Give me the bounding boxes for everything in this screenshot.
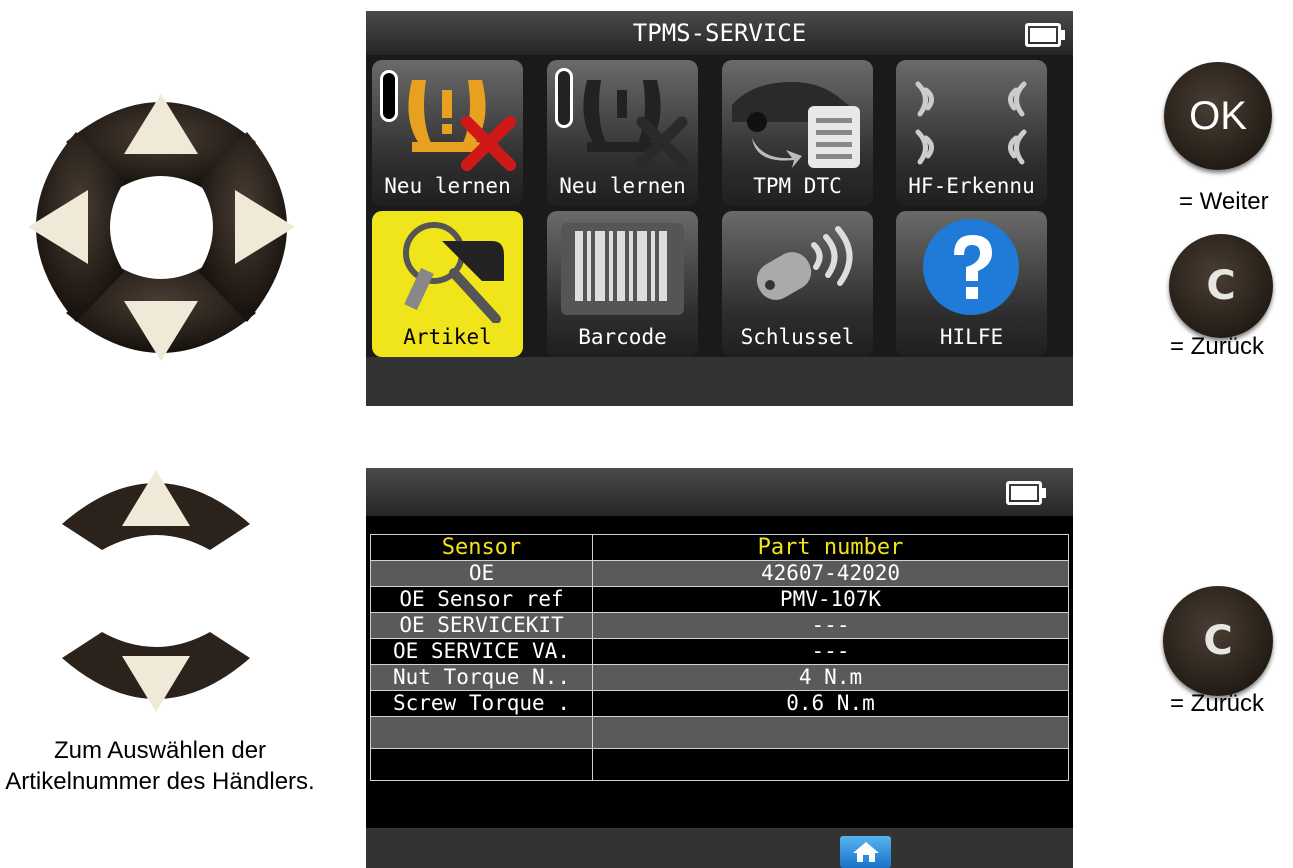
table-row[interactable]: OE SERVICEKIT ---	[370, 612, 1069, 639]
tile-barcode[interactable]: Barcode	[547, 211, 698, 357]
tile-key[interactable]: Schlussel	[722, 211, 873, 357]
home-button[interactable]	[840, 836, 891, 868]
row-label: Screw Torque .	[370, 690, 593, 717]
tile-label: HF-Erkennu	[908, 174, 1035, 198]
rf-detect-icon	[915, 81, 1027, 165]
table-row[interactable]	[370, 748, 1069, 781]
sensor-magnifier-icon	[403, 222, 504, 323]
help-icon	[923, 219, 1019, 315]
row-label: OE SERVICEKIT	[370, 612, 593, 639]
tile-label: Neu lernen	[559, 174, 686, 198]
c-caption: = Zurück	[1170, 333, 1265, 360]
battery-icon	[1006, 481, 1046, 505]
table-row[interactable]: OE Sensor ref PMV-107K	[370, 586, 1069, 613]
tile-label: Schlussel	[740, 325, 855, 349]
c-button[interactable]: C	[1163, 586, 1273, 696]
screen-title: TPMS-SERVICE	[366, 11, 1073, 55]
row-label: OE	[370, 560, 593, 587]
column-header-part-number: Part number	[592, 534, 1069, 561]
row-value: 0.6 N.m	[592, 690, 1069, 717]
row-value: ---	[592, 612, 1069, 639]
key-fob-icon	[756, 226, 853, 300]
tile-label: TPM DTC	[753, 174, 842, 198]
table-row[interactable]: Nut Torque N.. 4 N.m	[370, 664, 1069, 691]
row-label: OE SERVICE VA.	[370, 638, 593, 665]
dpad[interactable]	[6, 72, 317, 383]
tile-label: HILFE	[939, 325, 1004, 349]
up-button[interactable]	[60, 460, 252, 552]
tile-manual-relearn[interactable]: Neu lernen	[547, 60, 698, 206]
column-header-sensor: Sensor	[370, 534, 593, 561]
main-menu-screen: TPMS-SERVICE Neu lernen Neu lernen TPM D…	[366, 11, 1073, 406]
row-label: OE Sensor ref	[370, 586, 593, 613]
tile-obd-relearn[interactable]: Neu lernen	[372, 60, 523, 206]
dtc-car-icon	[732, 82, 860, 168]
down-button[interactable]	[60, 630, 252, 722]
tile-hf-detect[interactable]: HF-Erkennu	[896, 60, 1047, 206]
row-value: PMV-107K	[592, 586, 1069, 613]
table-row[interactable]: OE 42607-42020	[370, 560, 1069, 587]
top-bar	[366, 468, 1073, 516]
table-row[interactable]: Screw Torque . 0.6 N.m	[370, 690, 1069, 717]
table-row[interactable]	[370, 716, 1069, 749]
battery-icon	[1025, 23, 1065, 47]
table-row[interactable]: OE SERVICE VA. ---	[370, 638, 1069, 665]
table-header: Sensor Part number	[370, 534, 1069, 561]
ok-button[interactable]: OK	[1164, 62, 1272, 170]
bottom-bar	[366, 828, 1073, 868]
ok-caption: = Weiter	[1179, 188, 1269, 215]
row-label: Nut Torque N..	[370, 664, 593, 691]
tile-artikel[interactable]: Artikel	[372, 211, 523, 357]
tile-label: Barcode	[578, 325, 667, 349]
row-value: ---	[592, 638, 1069, 665]
tile-help[interactable]: HILFE	[896, 211, 1047, 357]
manual-relearn-icon	[555, 68, 688, 168]
obd-relearn-icon	[380, 70, 516, 171]
tile-label: Neu lernen	[384, 174, 511, 198]
row-value	[592, 748, 1069, 781]
tile-label: Artikel	[403, 325, 492, 349]
row-value: 42607-42020	[592, 560, 1069, 587]
instruction-text: Zum Auswählen der Artikelnummer des Händ…	[5, 737, 315, 795]
c-caption: = Zurück	[1170, 690, 1265, 717]
row-value	[592, 716, 1069, 749]
tile-tpm-dtc[interactable]: TPM DTC	[722, 60, 873, 206]
part-number-screen: Sensor Part number OE 42607-42020 OE Sen…	[366, 468, 1073, 868]
part-number-table: Sensor Part number OE 42607-42020 OE Sen…	[370, 534, 1069, 781]
row-label	[370, 748, 593, 781]
c-button[interactable]: C	[1169, 234, 1273, 338]
barcode-icon	[561, 223, 684, 315]
row-label	[370, 716, 593, 749]
home-icon	[852, 842, 879, 862]
row-value: 4 N.m	[592, 664, 1069, 691]
bottom-bar	[366, 357, 1073, 406]
